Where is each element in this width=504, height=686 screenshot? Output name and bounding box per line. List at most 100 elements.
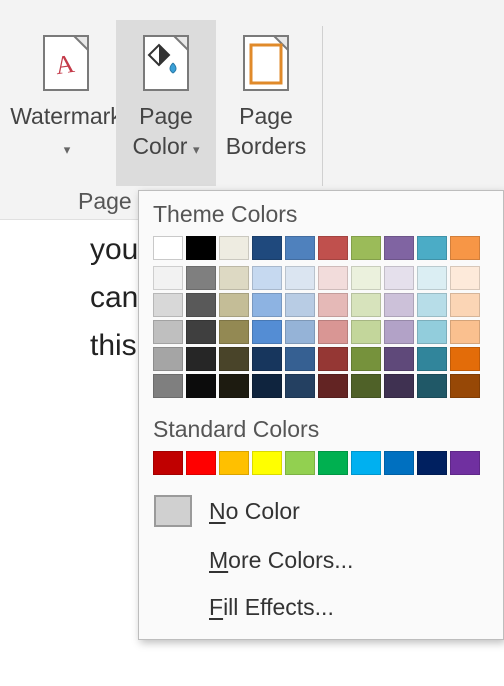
fill-effects-item[interactable]: Fill Effects... — [139, 584, 503, 631]
color-swatch[interactable] — [252, 236, 282, 260]
doc-line: you — [90, 226, 138, 274]
color-swatch[interactable] — [450, 293, 480, 317]
color-swatch[interactable] — [417, 347, 447, 371]
color-swatch[interactable] — [186, 293, 216, 317]
page-color-icon — [141, 28, 191, 98]
dropdown-caret-icon: ▾ — [189, 142, 199, 157]
color-swatch[interactable] — [384, 236, 414, 260]
color-swatch[interactable] — [285, 293, 315, 317]
color-swatch[interactable] — [450, 451, 480, 475]
color-swatch[interactable] — [153, 374, 183, 398]
group-divider — [322, 26, 323, 186]
color-swatch[interactable] — [252, 266, 282, 290]
page-color-label-1: Page — [139, 103, 193, 129]
color-swatch[interactable] — [384, 451, 414, 475]
page-borders-label-2: Borders — [226, 133, 307, 159]
page-color-button[interactable]: Page Color ▾ — [116, 20, 216, 186]
more-colors-item[interactable]: More Colors... — [139, 537, 503, 584]
page-borders-button[interactable]: Page Borders — [216, 20, 316, 186]
color-swatch[interactable] — [318, 266, 348, 290]
color-swatch[interactable] — [351, 320, 381, 344]
color-swatch[interactable] — [351, 347, 381, 371]
no-color-swatch-icon — [154, 495, 192, 527]
no-color-label: No Color — [209, 498, 300, 525]
color-swatch[interactable] — [153, 236, 183, 260]
doc-line: this — [90, 322, 138, 370]
page-borders-label-1: Page — [239, 103, 293, 129]
color-swatch[interactable] — [450, 347, 480, 371]
standard-colors-row — [139, 451, 503, 485]
color-swatch[interactable] — [285, 236, 315, 260]
color-swatch[interactable] — [318, 320, 348, 344]
color-swatch[interactable] — [351, 293, 381, 317]
color-swatch[interactable] — [186, 320, 216, 344]
color-swatch[interactable] — [384, 347, 414, 371]
color-swatch[interactable] — [186, 374, 216, 398]
color-swatch[interactable] — [153, 347, 183, 371]
color-swatch[interactable] — [450, 266, 480, 290]
color-swatch[interactable] — [252, 347, 282, 371]
color-swatch[interactable] — [252, 320, 282, 344]
color-swatch[interactable] — [252, 374, 282, 398]
doc-line: can — [90, 274, 138, 322]
color-swatch[interactable] — [285, 374, 315, 398]
page-borders-icon — [241, 28, 291, 98]
fill-effects-label: Fill Effects... — [209, 594, 334, 621]
color-swatch[interactable] — [285, 320, 315, 344]
color-swatch[interactable] — [219, 451, 249, 475]
color-swatch[interactable] — [384, 293, 414, 317]
color-swatch[interactable] — [186, 347, 216, 371]
color-swatch[interactable] — [219, 236, 249, 260]
color-swatch[interactable] — [384, 266, 414, 290]
color-swatch[interactable] — [285, 347, 315, 371]
watermark-label: Watermark — [10, 103, 122, 129]
no-color-item[interactable]: No Color — [139, 485, 503, 537]
color-swatch[interactable] — [450, 374, 480, 398]
theme-colors-row — [139, 236, 503, 260]
color-swatch[interactable] — [351, 451, 381, 475]
watermark-button[interactable]: A Watermark▾ — [16, 20, 116, 186]
color-swatch[interactable] — [351, 236, 381, 260]
color-swatch[interactable] — [318, 347, 348, 371]
color-swatch[interactable] — [417, 374, 447, 398]
color-swatch[interactable] — [318, 451, 348, 475]
color-swatch[interactable] — [153, 293, 183, 317]
more-colors-label: More Colors... — [209, 547, 353, 574]
color-swatch[interactable] — [285, 266, 315, 290]
color-swatch[interactable] — [219, 320, 249, 344]
color-swatch[interactable] — [219, 347, 249, 371]
color-swatch[interactable] — [384, 374, 414, 398]
color-swatch[interactable] — [219, 374, 249, 398]
color-swatch[interactable] — [186, 266, 216, 290]
color-swatch[interactable] — [417, 266, 447, 290]
color-swatch[interactable] — [153, 266, 183, 290]
color-swatch[interactable] — [318, 236, 348, 260]
ribbon: A Watermark ▾ — [0, 0, 504, 220]
color-swatch[interactable] — [417, 320, 447, 344]
theme-shades-grid — [139, 260, 503, 406]
color-swatch[interactable] — [285, 451, 315, 475]
color-swatch[interactable] — [450, 320, 480, 344]
color-swatch[interactable] — [384, 320, 414, 344]
page-color-label-2: Color — [132, 133, 187, 159]
color-swatch[interactable] — [417, 293, 447, 317]
color-swatch[interactable] — [351, 374, 381, 398]
color-swatch[interactable] — [318, 293, 348, 317]
color-swatch[interactable] — [153, 451, 183, 475]
dropdown-caret-icon: ▾ — [64, 142, 71, 157]
color-swatch[interactable] — [153, 320, 183, 344]
color-swatch[interactable] — [351, 266, 381, 290]
standard-colors-header: Standard Colors — [139, 406, 503, 451]
theme-colors-header: Theme Colors — [139, 191, 503, 236]
color-swatch[interactable] — [417, 451, 447, 475]
color-swatch[interactable] — [318, 374, 348, 398]
color-swatch[interactable] — [186, 451, 216, 475]
color-swatch[interactable] — [219, 293, 249, 317]
color-swatch[interactable] — [417, 236, 447, 260]
color-swatch[interactable] — [252, 451, 282, 475]
color-swatch[interactable] — [186, 236, 216, 260]
color-swatch[interactable] — [450, 236, 480, 260]
watermark-icon: A — [41, 28, 91, 98]
color-swatch[interactable] — [219, 266, 249, 290]
color-swatch[interactable] — [252, 293, 282, 317]
